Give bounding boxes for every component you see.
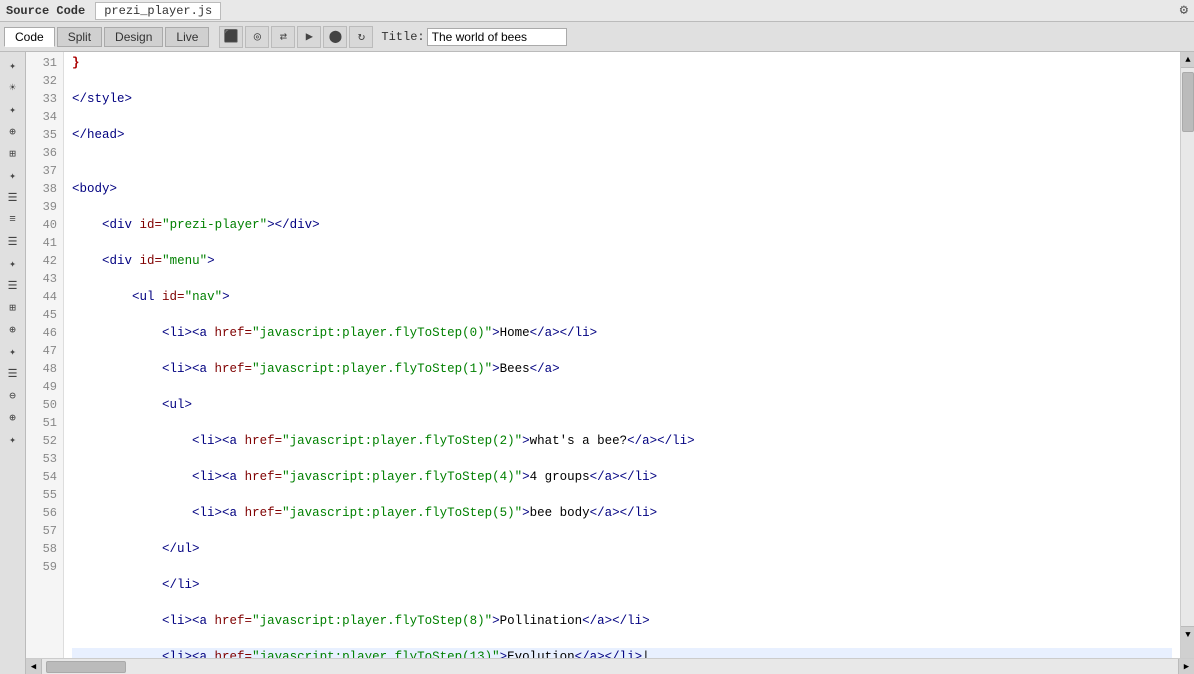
toolbar-icon-3[interactable]: ⇄: [271, 26, 295, 48]
sidebar-icon-1[interactable]: ✦: [3, 56, 23, 76]
sidebar-icon-5[interactable]: ⊞: [3, 144, 23, 164]
sidebar-icon-12[interactable]: ⊞: [3, 298, 23, 318]
hscrollbar-right-button[interactable]: ▶: [1178, 659, 1194, 674]
sidebar-icon-7[interactable]: ☰: [3, 188, 23, 208]
hscrollbar-thumb[interactable]: [46, 661, 126, 673]
editor-area: 31 32 33 34 35 36 37 38 39 40 41 42 43 4…: [26, 52, 1194, 674]
main: ✦ ☀ ✦ ⊕ ⊞ ✦ ☰ ≡ ☰ ✦ ☰ ⊞ ⊕ ✦ ☰ ⊖ ⊕ ✦ 31 3…: [0, 52, 1194, 674]
horizontal-scrollbar[interactable]: ◀ ▶: [26, 658, 1194, 674]
tab-filename[interactable]: prezi_player.js: [95, 2, 221, 20]
vertical-scrollbar[interactable]: ▲ ▼: [1180, 52, 1194, 658]
sidebar-icon-18[interactable]: ✦: [3, 430, 23, 450]
live-button[interactable]: Live: [165, 27, 209, 47]
sidebar-icon-8[interactable]: ≡: [3, 210, 23, 230]
code-content[interactable]: } </style> </head> <body> <div id="prezi…: [64, 52, 1180, 658]
sidebar-icon-11[interactable]: ☰: [3, 276, 23, 296]
scrollbar-thumb[interactable]: [1182, 72, 1194, 132]
code-container[interactable]: 31 32 33 34 35 36 37 38 39 40 41 42 43 4…: [26, 52, 1194, 658]
sidebar-icon-3[interactable]: ✦: [3, 100, 23, 120]
code-button[interactable]: Code: [4, 27, 55, 47]
scrollbar-down-button[interactable]: ▼: [1181, 626, 1194, 642]
sidebar-icon-2[interactable]: ☀: [3, 78, 23, 98]
toolbar-icon-6[interactable]: ↻: [349, 26, 373, 48]
toolbar-icon-4[interactable]: ▶: [297, 26, 321, 48]
scrollbar-up-button[interactable]: ▲: [1181, 52, 1194, 68]
toolbar-icon-5[interactable]: ⬤: [323, 26, 347, 48]
title-input[interactable]: [427, 28, 567, 46]
toolbar-icon-2[interactable]: ◎: [245, 26, 269, 48]
sidebar-icon-15[interactable]: ☰: [3, 364, 23, 384]
design-button[interactable]: Design: [104, 27, 163, 47]
scrollbar-corner: [1181, 642, 1194, 658]
filter-icon[interactable]: ⚙: [1180, 2, 1188, 19]
toolbar: Code Split Design Live ⬛ ◎ ⇄ ▶ ⬤ ↻ Title…: [0, 22, 1194, 52]
sidebar-icon-9[interactable]: ☰: [3, 232, 23, 252]
sidebar-icon-4[interactable]: ⊕: [3, 122, 23, 142]
top-bar: Source Code prezi_player.js ⚙: [0, 0, 1194, 22]
sidebar-icon-17[interactable]: ⊕: [3, 408, 23, 428]
sidebar-icon-16[interactable]: ⊖: [3, 386, 23, 406]
line-numbers: 31 32 33 34 35 36 37 38 39 40 41 42 43 4…: [26, 52, 64, 658]
sidebar-icon-14[interactable]: ✦: [3, 342, 23, 362]
sidebar-icon-6[interactable]: ✦: [3, 166, 23, 186]
split-button[interactable]: Split: [57, 27, 102, 47]
hscrollbar-left-button[interactable]: ◀: [26, 659, 42, 674]
sidebar: ✦ ☀ ✦ ⊕ ⊞ ✦ ☰ ≡ ☰ ✦ ☰ ⊞ ⊕ ✦ ☰ ⊖ ⊕ ✦: [0, 52, 26, 674]
top-bar-title: Source Code: [6, 4, 85, 18]
sidebar-icon-10[interactable]: ✦: [3, 254, 23, 274]
title-label: Title:: [381, 30, 424, 44]
sidebar-icon-13[interactable]: ⊕: [3, 320, 23, 340]
toolbar-icon-1[interactable]: ⬛: [219, 26, 243, 48]
